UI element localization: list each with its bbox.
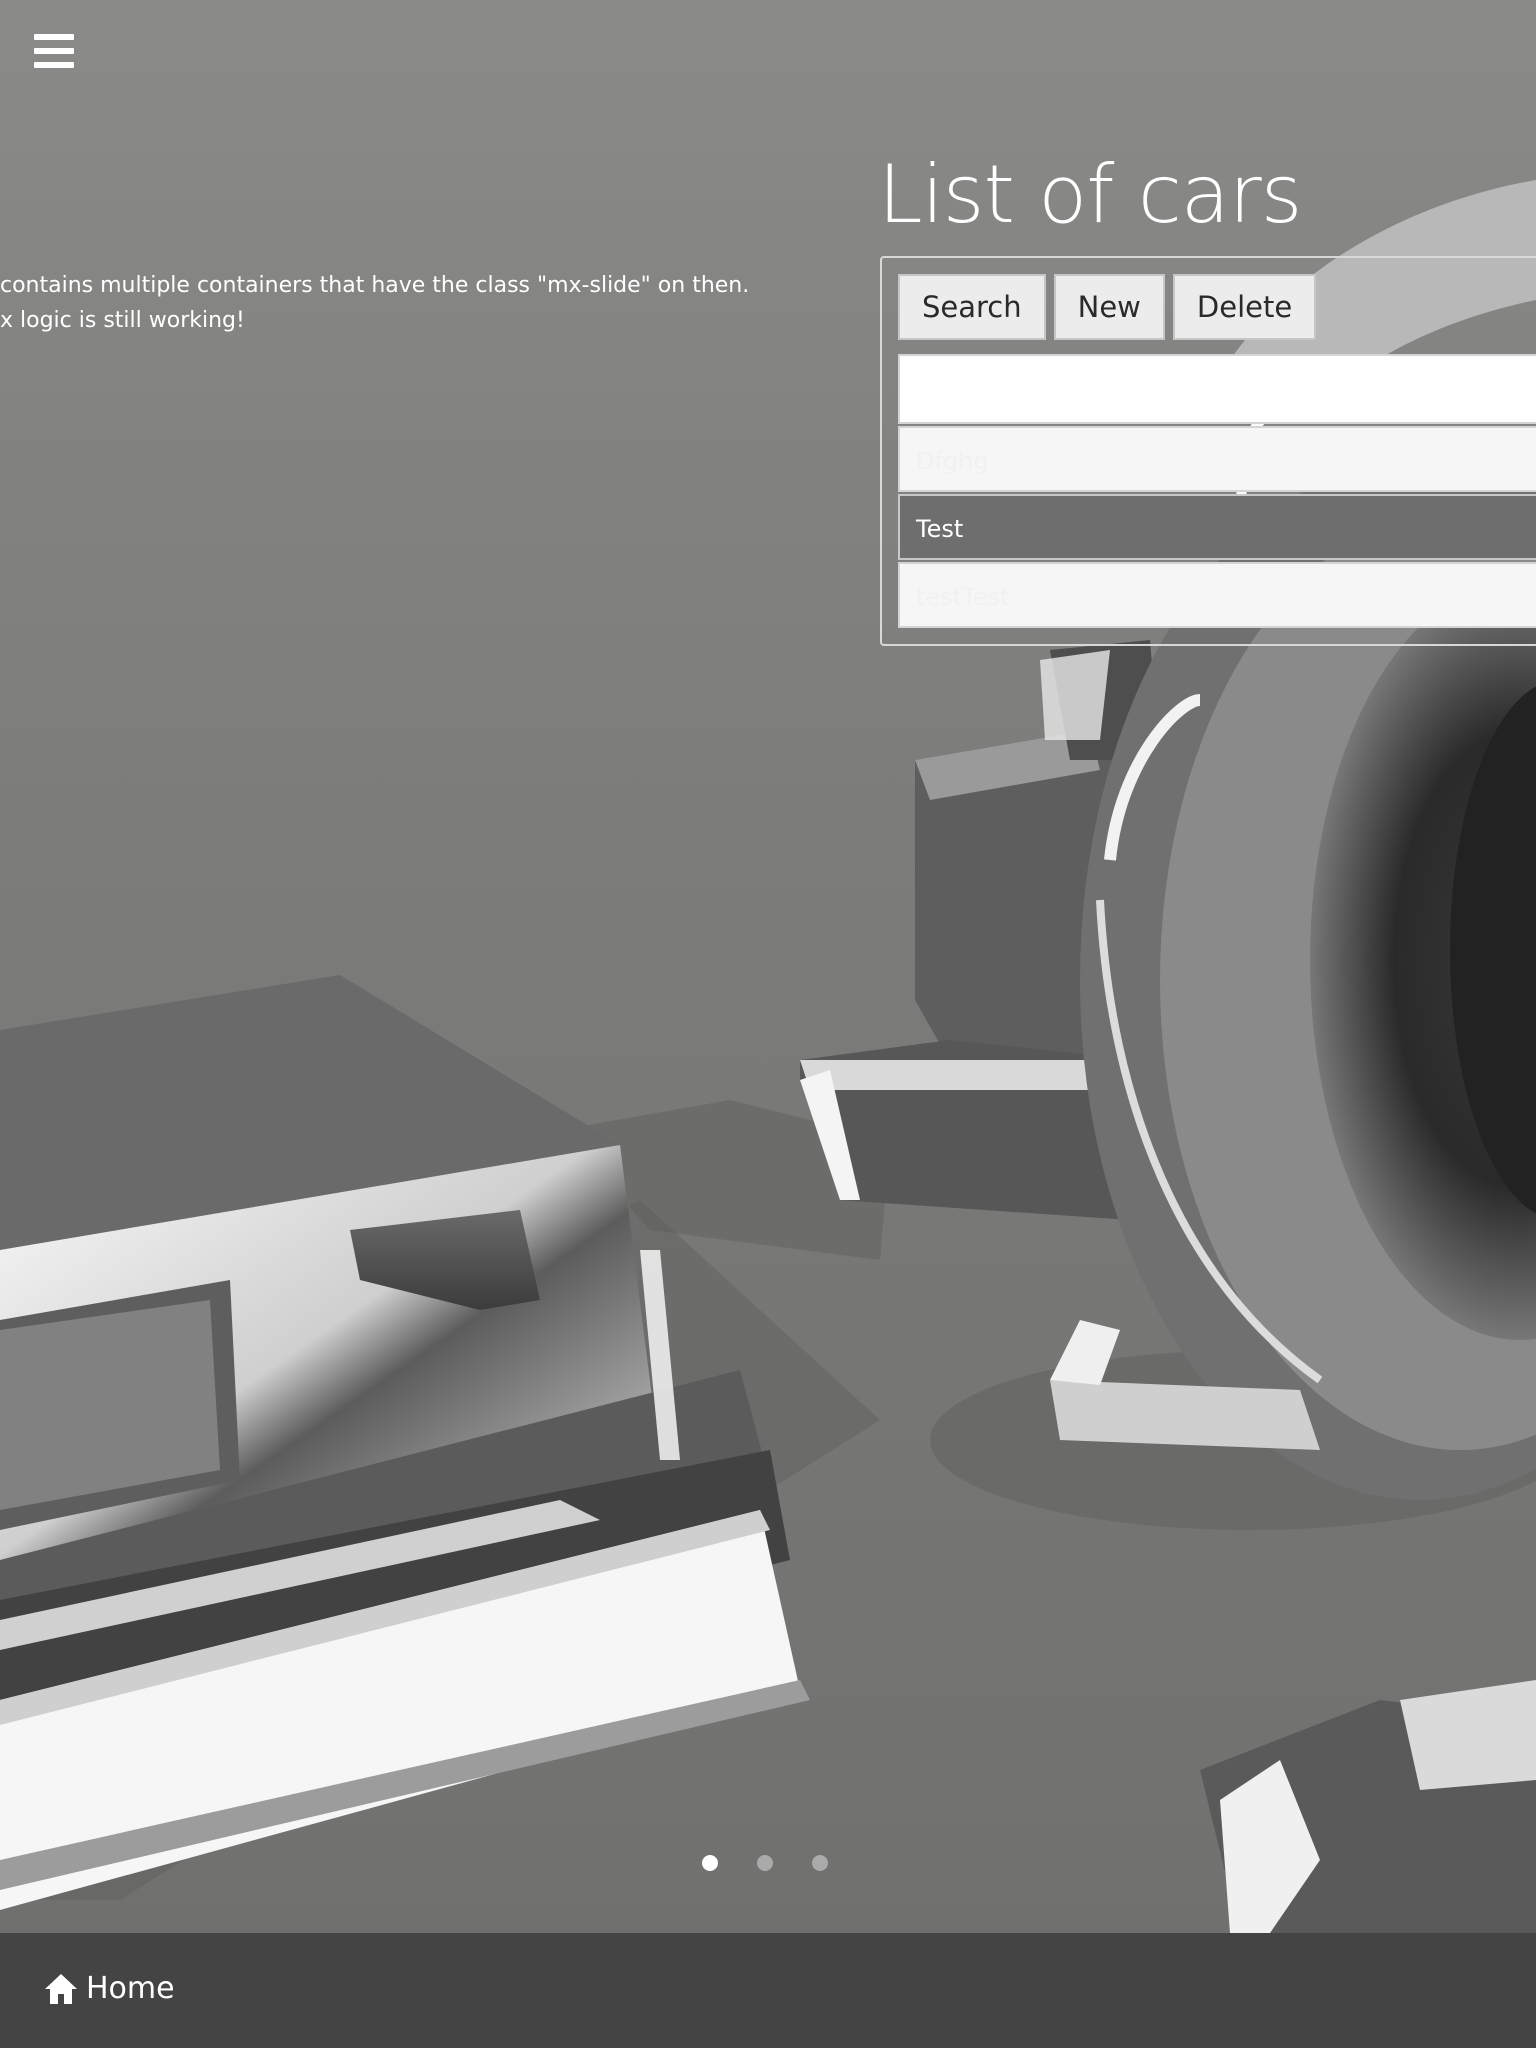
pager-dot-3[interactable] (812, 1855, 828, 1871)
menu-bar-bottom (34, 62, 74, 68)
slide-description: contains multiple containers that have t… (0, 268, 800, 338)
list-item[interactable]: testTest (898, 562, 1536, 628)
search-input[interactable] (898, 354, 1536, 424)
pager-dot-1[interactable] (702, 1855, 718, 1871)
new-button[interactable]: New (1053, 274, 1165, 340)
menu-bar-middle (34, 48, 74, 54)
cars-list-view: Search New Delete Dfghg Test testTest (880, 256, 1536, 646)
bottom-nav-bar: Home (0, 1933, 1536, 2048)
page-title: List of cars (878, 148, 1302, 241)
list-item[interactable]: Dfghg (898, 426, 1536, 492)
slide-text-line1: contains multiple containers that have t… (0, 273, 750, 298)
menu-hamburger-icon[interactable] (34, 34, 74, 68)
home-icon (45, 1973, 77, 2004)
pager-dot-2[interactable] (757, 1855, 773, 1871)
list-item-selected[interactable]: Test (898, 494, 1536, 560)
home-link[interactable]: Home (44, 1971, 175, 2006)
list-toolbar: Search New Delete (898, 274, 1324, 340)
delete-button[interactable]: Delete (1172, 274, 1317, 340)
page: contains multiple containers that have t… (0, 0, 1536, 2048)
carousel-pager (702, 1855, 867, 1871)
home-label: Home (86, 1971, 175, 2006)
menu-bar-top (34, 34, 74, 40)
search-button[interactable]: Search (898, 274, 1046, 340)
cars-list: Dfghg Test testTest (898, 426, 1536, 630)
slide-text-line2: x logic is still working! (0, 308, 245, 333)
